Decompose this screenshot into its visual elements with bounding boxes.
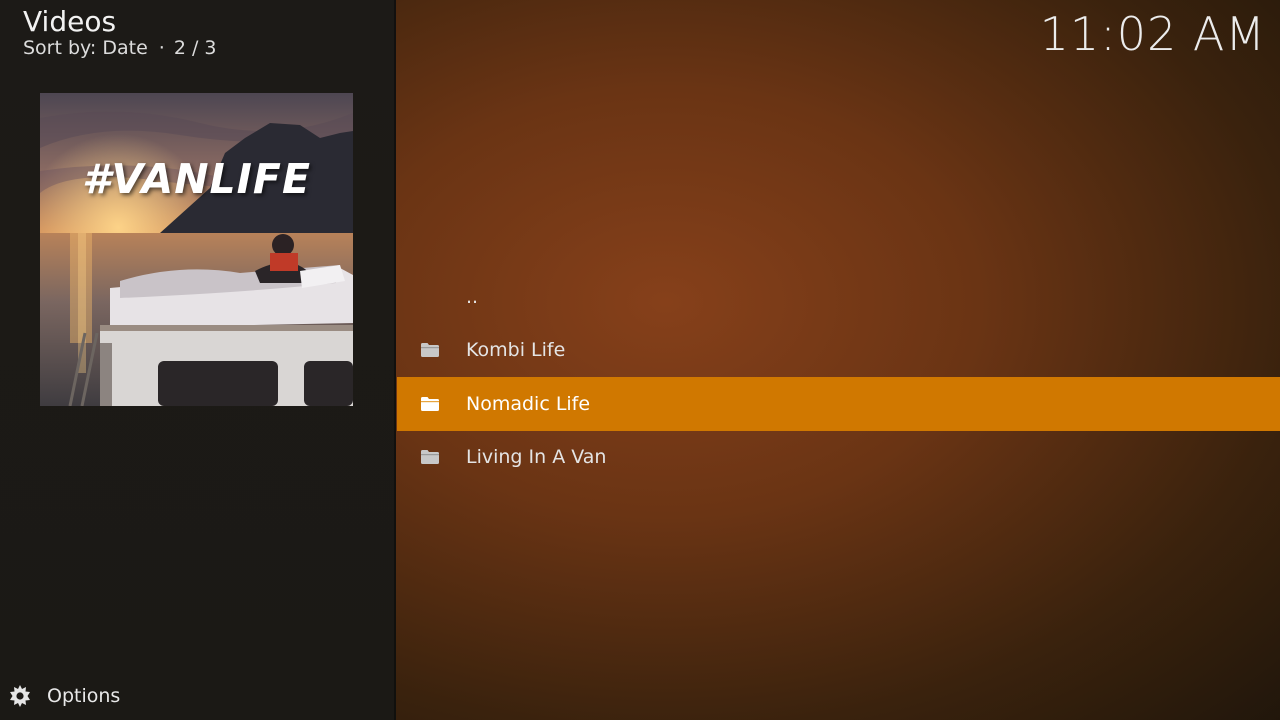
list-item-kombi-life[interactable]: Kombi Life	[397, 324, 1280, 378]
clock: 11:02 AM	[1039, 7, 1266, 61]
list-item-label: ..	[466, 285, 479, 308]
file-list: .. Kombi Life Nomadic Life Living In A V…	[397, 270, 1280, 484]
folder-icon	[421, 450, 439, 465]
kodi-videos-screen: Videos Sort by: Date · 2 / 3 #VANLIFE 11…	[0, 0, 1280, 720]
options-label: Options	[47, 685, 121, 707]
folder-thumbnail: #VANLIFE	[40, 93, 353, 406]
sort-label: Sort by: Date	[23, 37, 148, 59]
folder-icon	[421, 396, 439, 411]
page-title: Videos	[23, 5, 117, 38]
options-button[interactable]: Options	[8, 682, 120, 710]
folder-icon	[421, 343, 439, 358]
thumbnail-image	[40, 93, 353, 406]
thumbnail-overlay-text: #VANLIFE	[82, 155, 311, 203]
gear-icon	[10, 685, 30, 707]
left-panel: Videos Sort by: Date · 2 / 3 #VANLIFE	[0, 0, 396, 720]
list-item-living-in-a-van[interactable]: Living In A Van	[397, 431, 1280, 485]
list-item-label: Kombi Life	[466, 339, 566, 362]
list-item-label: Living In A Van	[466, 446, 607, 469]
sort-info[interactable]: Sort by: Date · 2 / 3	[23, 36, 216, 60]
list-item-parent-dir[interactable]: ..	[397, 270, 1280, 324]
list-item-label: Nomadic Life	[466, 392, 591, 415]
item-position: 2 / 3	[173, 37, 217, 59]
separator-dot: ·	[158, 37, 165, 59]
list-item-nomadic-life[interactable]: Nomadic Life	[397, 377, 1280, 431]
